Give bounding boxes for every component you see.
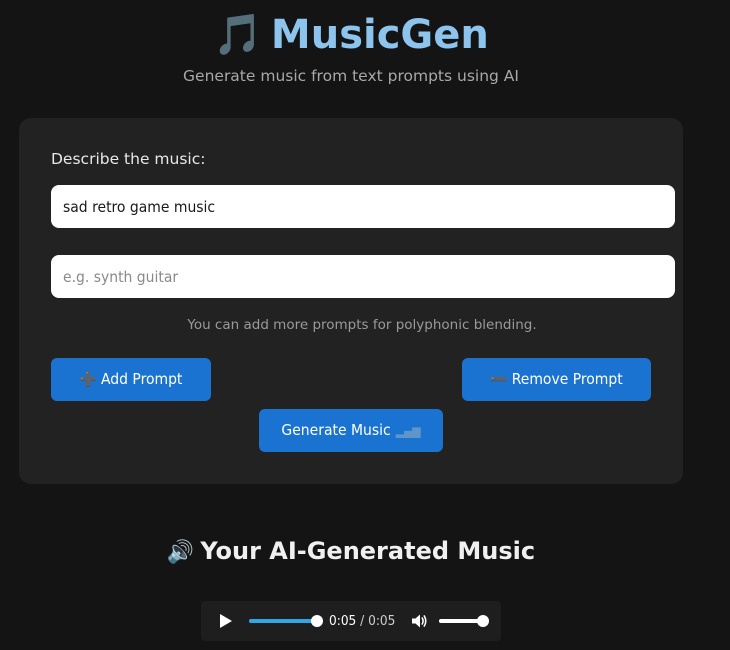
add-prompt-label: Add Prompt	[101, 370, 183, 388]
speaker-icon: 🔊	[166, 540, 195, 565]
app-title: 🎵 MusicGen	[0, 10, 702, 60]
app-subtitle: Generate music from text prompts using A…	[183, 67, 519, 85]
remove-prompt-label: Remove Prompt	[511, 370, 623, 388]
minus-icon: ➖	[490, 372, 508, 388]
audio-player: 0:05 / 0:05	[201, 601, 501, 641]
app-title-text: MusicGen	[270, 12, 489, 58]
volume-icon[interactable]	[410, 612, 428, 630]
prompt-label: Describe the music:	[51, 150, 206, 168]
current-time: 0:05	[329, 613, 357, 629]
add-prompt-button[interactable]: ➕ Add Prompt	[51, 358, 211, 401]
musical-notes-icon: 🎵	[213, 12, 263, 58]
result-heading: 🔊 Your AI-Generated Music	[0, 536, 702, 568]
prompt-hint: You can add more prompts for polyphonic …	[187, 317, 537, 333]
generate-music-button[interactable]: Generate Music ▂▄▆	[259, 409, 443, 452]
prompt-input-1[interactable]	[51, 185, 675, 228]
duration: 0:05	[368, 613, 396, 629]
equalizer-icon: ▂▄▆	[395, 424, 421, 438]
remove-prompt-button[interactable]: ➖ Remove Prompt	[462, 358, 651, 401]
prompt-input-2[interactable]	[51, 255, 675, 298]
time-separator: /	[360, 613, 365, 629]
result-heading-text: Your AI-Generated Music	[200, 537, 536, 565]
play-button[interactable]	[220, 614, 232, 628]
time-display: 0:05 / 0:05	[329, 613, 395, 629]
prompt-card: Describe the music: You can add more pro…	[19, 118, 683, 484]
progress-thumb[interactable]	[311, 615, 323, 627]
volume-thumb[interactable]	[477, 615, 489, 627]
volume-slider[interactable]	[439, 615, 489, 627]
plus-icon: ➕	[79, 372, 98, 388]
progress-slider[interactable]	[249, 615, 323, 627]
generate-music-label: Generate Music	[281, 421, 391, 439]
progress-fill	[249, 619, 317, 623]
